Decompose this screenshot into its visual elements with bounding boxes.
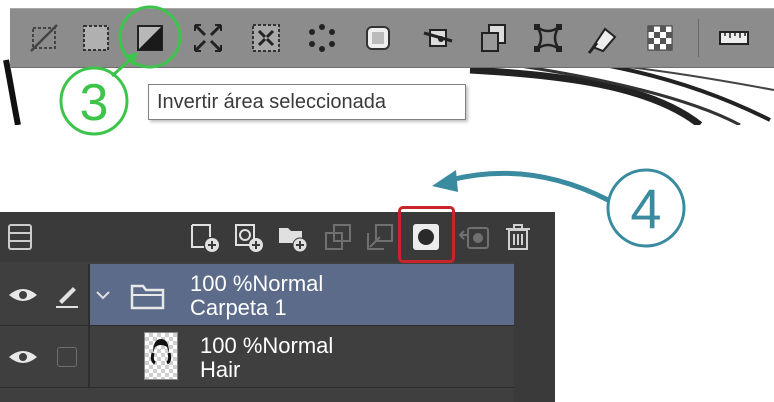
combine-icon (367, 224, 393, 250)
apply-mask-button[interactable] (456, 219, 492, 255)
crop-button[interactable] (418, 16, 458, 60)
edit-checkbox[interactable] (57, 347, 77, 367)
select-all-icon (83, 25, 109, 51)
layer-info[interactable]: 100 %Normal Carpeta 1 (90, 264, 514, 326)
selection-layer-icon (366, 26, 390, 50)
layer-toolbar (0, 212, 555, 262)
new-raster-layer-button[interactable] (186, 219, 222, 255)
folder-icon (130, 284, 165, 310)
layer-opacity-blend: 100 %Normal (200, 333, 334, 358)
layer-thumbnail (144, 332, 178, 380)
new-vector-layer-icon (235, 224, 263, 252)
crop-icon (423, 29, 453, 47)
new-vector-layer-button[interactable] (230, 219, 266, 255)
layer-row-folder[interactable]: 100 %Normal Carpeta 1 (0, 264, 555, 326)
shrink-selection-button[interactable] (188, 16, 228, 60)
callout-4-circle (606, 168, 686, 248)
layer-opacity-blend: 100 %Normal (190, 271, 324, 296)
transform-button[interactable] (528, 16, 568, 60)
invert-selection-icon (137, 25, 163, 51)
dotted-selection-button[interactable] (302, 16, 342, 60)
eye-icon (9, 289, 37, 301)
eye-icon (9, 351, 37, 363)
mask-button-highlight (398, 206, 455, 263)
callout-4-number: 4 (630, 177, 661, 240)
callout-4-arrow (449, 170, 610, 203)
edit-toggle[interactable] (46, 264, 88, 326)
checker-icon (647, 25, 673, 51)
apply-mask-icon (458, 227, 489, 249)
layer-panel: 100 %Normal Carpeta 1 100 %Normal Hair (0, 212, 555, 402)
pencil-icon (56, 287, 78, 308)
layer-row-hair[interactable]: 100 %Normal Hair (0, 326, 555, 388)
toolbar-separator (698, 19, 699, 57)
layer-name: Carpeta 1 (190, 295, 287, 320)
fill-button[interactable] (584, 16, 624, 60)
ruler-icon (719, 31, 749, 45)
visibility-toggle[interactable] (0, 326, 46, 388)
invert-selection-button[interactable] (130, 16, 170, 60)
tooltip: Invertir área seleccionada (148, 84, 466, 120)
expand-selection-icon (252, 24, 280, 52)
copy-paste-icon (481, 24, 506, 52)
row-divider (0, 387, 514, 388)
fill-icon (587, 27, 617, 54)
layer-properties-icon (8, 224, 32, 250)
deselect-icon (30, 24, 58, 52)
dotted-selection-icon (309, 24, 335, 52)
callout-4-arrowhead (432, 170, 458, 192)
chevron-down-icon[interactable] (94, 286, 112, 304)
layer-properties-button[interactable] (2, 219, 38, 255)
new-raster-layer-icon (191, 224, 219, 252)
delete-layer-icon (506, 224, 530, 250)
new-folder-button[interactable] (274, 219, 310, 255)
selection-launcher-area: Invertir área seleccionada (0, 0, 774, 125)
delete-layer-button[interactable] (500, 219, 536, 255)
combine-button[interactable] (362, 219, 398, 255)
expand-selection-button[interactable] (246, 16, 286, 60)
edit-toggle[interactable] (46, 326, 88, 388)
shrink-selection-icon (193, 23, 223, 53)
layer-name: Hair (200, 357, 241, 382)
hair-thumbnail-icon (150, 339, 172, 365)
transfer-down-icon (325, 224, 351, 250)
new-folder-icon (279, 228, 308, 253)
ruler-button[interactable] (714, 16, 754, 60)
copy-paste-button[interactable] (474, 16, 514, 60)
selection-layer-button[interactable] (358, 16, 398, 60)
layer-info[interactable]: 100 %Normal Hair (90, 326, 514, 388)
checker-button[interactable] (640, 16, 680, 60)
visibility-toggle[interactable] (0, 264, 46, 326)
transform-icon (534, 24, 562, 52)
select-all-button[interactable] (76, 16, 116, 60)
transfer-down-button[interactable] (320, 219, 356, 255)
deselect-button[interactable] (24, 16, 64, 60)
selection-toolbar (10, 8, 774, 68)
